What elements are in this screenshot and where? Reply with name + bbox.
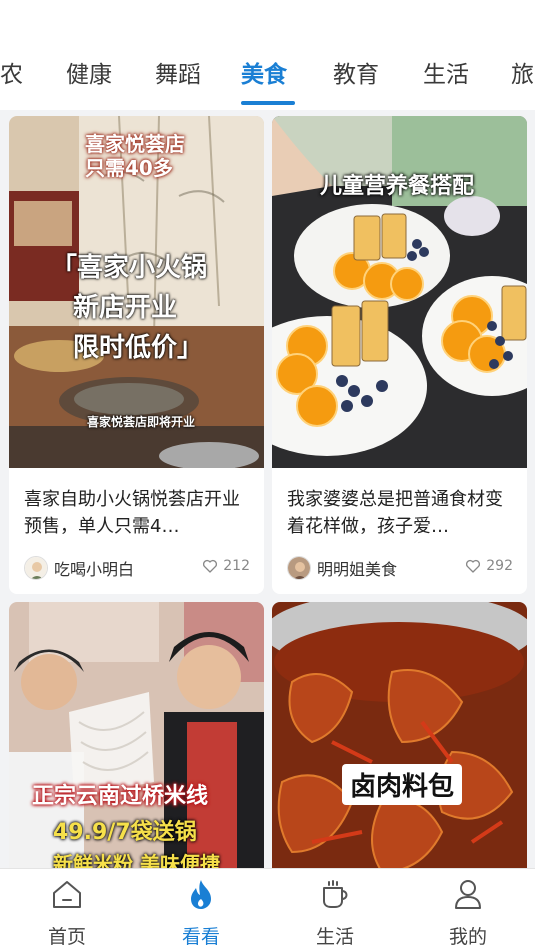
overlay-line: 正宗云南过桥米线 [32,784,209,809]
author-name: 吃喝小明白 [54,560,135,579]
overlay-banner-line: 只需40多 [85,156,173,180]
flame-icon [191,880,211,909]
card-author[interactable]: 明明姐美食 [287,555,397,581]
nav-label: 看看 [181,926,220,948]
tab-education[interactable]: 教育 [333,55,379,89]
overlay-main-line: 限时低价」 [73,333,204,363]
nav-watch[interactable]: 看看 [134,869,268,951]
content-feed[interactable]: 喜家悦荟店 只需40多 「喜家小火锅 新店开业 限时低价」 喜家悦荟店即将开业 … [0,110,535,868]
card-thumbnail: 卤肉料包 [272,602,527,868]
bottom-navigation: 首页 看看 生活 我的 [0,868,535,951]
coffee-cup-icon [323,880,348,908]
nav-mine[interactable]: 我的 [401,869,535,951]
card-title[interactable]: 喜家自助小火锅悦荟店开业预售，单人只需4… [24,486,252,540]
like-count-value: 292 [486,558,513,574]
heart-icon [466,559,481,573]
tab-agriculture[interactable]: 农 [0,55,23,89]
feed-card[interactable]: 儿童营养餐搭配 我家婆婆总是把普通食材变着花样做，孩子爱… 明明姐美食 292 [272,116,527,594]
braised-meat-image [272,602,527,868]
like-count-value: 212 [223,558,250,574]
feed-card[interactable]: 喜家悦荟店 只需40多 「喜家小火锅 新店开业 限时低价」 喜家悦荟店即将开业 … [9,116,264,594]
nav-label: 首页 [47,926,86,948]
home-icon [53,881,81,908]
user-icon [455,880,481,909]
feed-card[interactable]: 卤肉料包 [272,602,527,868]
nav-home[interactable]: 首页 [0,869,134,951]
overlay-line: 新鲜米粉 美味便捷 [53,852,220,868]
nav-label: 生活 [315,926,354,948]
overlay-banner: 儿童营养餐搭配 [320,174,475,199]
tab-health[interactable]: 健康 [66,55,112,89]
card-thumbnail: 喜家悦荟店 只需40多 「喜家小火锅 新店开业 限时低价」 喜家悦荟店即将开业 [9,116,264,468]
nav-label: 我的 [448,926,487,948]
avatar [24,556,48,580]
card-author[interactable]: 吃喝小明白 [24,555,134,581]
tab-life[interactable]: 生活 [423,55,469,89]
tab-dance[interactable]: 舞蹈 [155,55,201,89]
author-name: 明明姐美食 [317,560,398,579]
tab-food[interactable]: 美食 [241,55,287,89]
overlay-banner-line: 喜家悦荟店 [85,132,185,156]
avatar [287,556,311,580]
overlay-label: 卤肉料包 [342,764,463,805]
active-tab-indicator [241,101,295,105]
like-count[interactable]: 292 [465,558,513,574]
card-thumbnail: 儿童营养餐搭配 [272,116,527,468]
card-thumbnail: 正宗云南过桥米线 49.9/7袋送锅 新鲜米粉 美味便捷 [9,602,264,868]
nav-life[interactable]: 生活 [268,869,402,951]
overlay-line: 49.9/7袋送锅 [53,820,197,845]
overlay-main-line: 「喜家小火锅 [51,253,208,283]
overlay-caption: 喜家悦荟店即将开业 [87,415,196,429]
overlay-main-line: 新店开业 [73,293,178,323]
tab-travel[interactable]: 旅 [511,55,534,89]
category-tab-bar: 农 健康 舞蹈 美食 教育 生活 旅 [0,0,535,110]
card-title[interactable]: 我家婆婆总是把普通食材变着花样做，孩子爱… [287,486,515,540]
like-count[interactable]: 212 [202,558,250,574]
feed-card[interactable]: 正宗云南过桥米线 49.9/7袋送锅 新鲜米粉 美味便捷 [9,602,264,868]
app-screen: 农 健康 舞蹈 美食 教育 生活 旅 喜家悦荟店 只需40多 「喜家小火锅 新店… [0,0,535,951]
heart-icon [203,559,218,573]
